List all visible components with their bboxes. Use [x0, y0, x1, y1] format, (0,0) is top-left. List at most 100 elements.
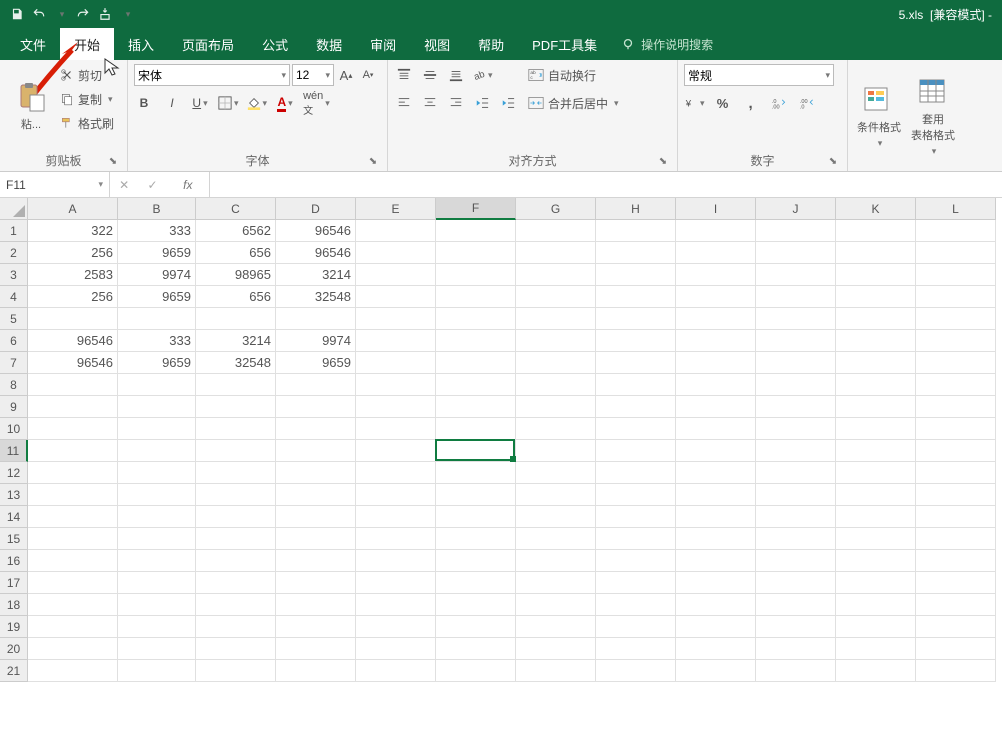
cell-F6[interactable]: [436, 330, 516, 352]
cell-E19[interactable]: [356, 616, 436, 638]
cell-J4[interactable]: [756, 286, 836, 308]
increase-decimal-icon[interactable]: .0.00: [769, 92, 789, 114]
cell-H17[interactable]: [596, 572, 676, 594]
cell-G9[interactable]: [516, 396, 596, 418]
cell-L8[interactable]: [916, 374, 996, 396]
cell-A18[interactable]: [28, 594, 118, 616]
cell-A6[interactable]: 96546: [28, 330, 118, 352]
col-header-F[interactable]: F: [436, 198, 516, 220]
cell-B18[interactable]: [118, 594, 196, 616]
cell-I18[interactable]: [676, 594, 756, 616]
cell-B1[interactable]: 333: [118, 220, 196, 242]
cell-J11[interactable]: [756, 440, 836, 462]
cell-G11[interactable]: [516, 440, 596, 462]
cell-K12[interactable]: [836, 462, 916, 484]
phonetic-button[interactable]: wén文: [303, 92, 330, 114]
conditional-format-button[interactable]: 条件格式: [854, 64, 904, 169]
cell-B8[interactable]: [118, 374, 196, 396]
cell-C18[interactable]: [196, 594, 276, 616]
cell-K14[interactable]: [836, 506, 916, 528]
cell-F1[interactable]: [436, 220, 516, 242]
bold-button[interactable]: B: [134, 92, 154, 114]
cell-G5[interactable]: [516, 308, 596, 330]
cell-B11[interactable]: [118, 440, 196, 462]
cell-J10[interactable]: [756, 418, 836, 440]
cell-B16[interactable]: [118, 550, 196, 572]
row-header-18[interactable]: 18: [0, 594, 28, 616]
qat-customize-dropdown[interactable]: [116, 3, 138, 25]
decrease-decimal-icon[interactable]: .00.0: [797, 92, 817, 114]
cell-I6[interactable]: [676, 330, 756, 352]
cell-I11[interactable]: [676, 440, 756, 462]
cell-H4[interactable]: [596, 286, 676, 308]
cell-F17[interactable]: [436, 572, 516, 594]
clipboard-dialog-launcher[interactable]: ⬊: [107, 155, 119, 167]
cell-C2[interactable]: 656: [196, 242, 276, 264]
cell-K13[interactable]: [836, 484, 916, 506]
row-header-11[interactable]: 11: [0, 440, 28, 462]
redo-icon[interactable]: [72, 3, 94, 25]
cell-J7[interactable]: [756, 352, 836, 374]
cell-C13[interactable]: [196, 484, 276, 506]
cell-D2[interactable]: 96546: [276, 242, 356, 264]
cell-J14[interactable]: [756, 506, 836, 528]
cell-I7[interactable]: [676, 352, 756, 374]
cell-E16[interactable]: [356, 550, 436, 572]
row-header-20[interactable]: 20: [0, 638, 28, 660]
cell-A13[interactable]: [28, 484, 118, 506]
cell-A9[interactable]: [28, 396, 118, 418]
col-header-K[interactable]: K: [836, 198, 916, 220]
cell-J1[interactable]: [756, 220, 836, 242]
cell-F2[interactable]: [436, 242, 516, 264]
cell-G13[interactable]: [516, 484, 596, 506]
row-header-7[interactable]: 7: [0, 352, 28, 374]
cell-J20[interactable]: [756, 638, 836, 660]
cell-B5[interactable]: [118, 308, 196, 330]
cell-J16[interactable]: [756, 550, 836, 572]
cell-L2[interactable]: [916, 242, 996, 264]
cell-A15[interactable]: [28, 528, 118, 550]
save-icon[interactable]: [6, 3, 28, 25]
cell-E12[interactable]: [356, 462, 436, 484]
cell-B4[interactable]: 9659: [118, 286, 196, 308]
cell-L15[interactable]: [916, 528, 996, 550]
cell-G10[interactable]: [516, 418, 596, 440]
cell-C15[interactable]: [196, 528, 276, 550]
cell-F4[interactable]: [436, 286, 516, 308]
align-top-icon[interactable]: [394, 64, 414, 86]
cell-A20[interactable]: [28, 638, 118, 660]
cell-J19[interactable]: [756, 616, 836, 638]
cell-K7[interactable]: [836, 352, 916, 374]
cell-D8[interactable]: [276, 374, 356, 396]
cell-E21[interactable]: [356, 660, 436, 682]
decrease-font-icon[interactable]: A▾: [358, 64, 378, 86]
cell-H3[interactable]: [596, 264, 676, 286]
cell-I1[interactable]: [676, 220, 756, 242]
row-header-17[interactable]: 17: [0, 572, 28, 594]
cell-C21[interactable]: [196, 660, 276, 682]
cell-C14[interactable]: [196, 506, 276, 528]
cell-L4[interactable]: [916, 286, 996, 308]
cell-D9[interactable]: [276, 396, 356, 418]
align-middle-icon[interactable]: [420, 64, 440, 86]
cell-B14[interactable]: [118, 506, 196, 528]
cell-C8[interactable]: [196, 374, 276, 396]
row-header-2[interactable]: 2: [0, 242, 28, 264]
cell-G2[interactable]: [516, 242, 596, 264]
cell-H10[interactable]: [596, 418, 676, 440]
row-header-21[interactable]: 21: [0, 660, 28, 682]
cell-L11[interactable]: [916, 440, 996, 462]
cell-A17[interactable]: [28, 572, 118, 594]
cell-K20[interactable]: [836, 638, 916, 660]
cell-L17[interactable]: [916, 572, 996, 594]
cell-K16[interactable]: [836, 550, 916, 572]
cell-C10[interactable]: [196, 418, 276, 440]
undo-icon[interactable]: [28, 3, 50, 25]
cell-B2[interactable]: 9659: [118, 242, 196, 264]
cell-H21[interactable]: [596, 660, 676, 682]
cell-H12[interactable]: [596, 462, 676, 484]
tab-插入[interactable]: 插入: [114, 28, 168, 60]
cell-D10[interactable]: [276, 418, 356, 440]
cell-D17[interactable]: [276, 572, 356, 594]
cell-A12[interactable]: [28, 462, 118, 484]
